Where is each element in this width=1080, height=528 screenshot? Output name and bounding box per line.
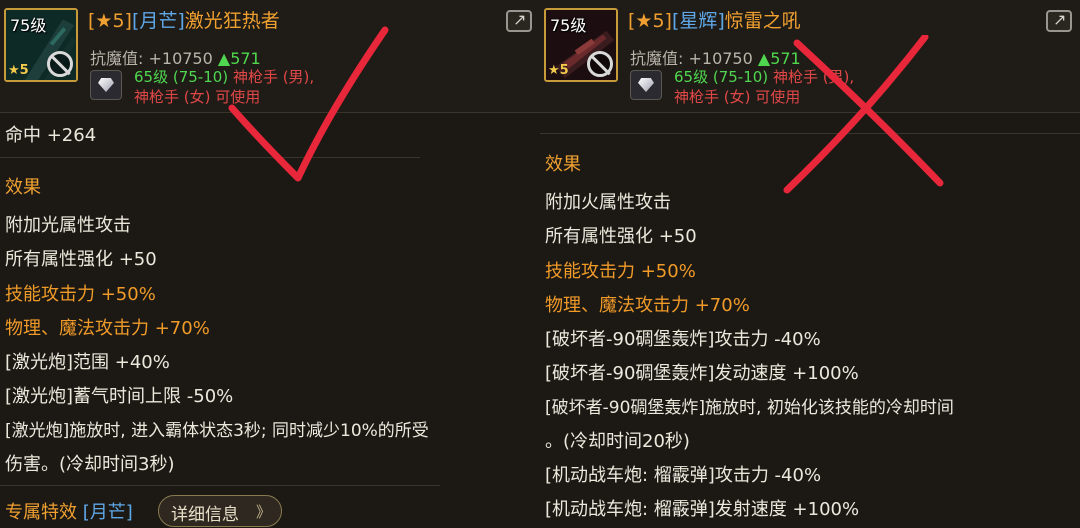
item-icon[interactable]: 75级 ★5 xyxy=(544,8,618,82)
item-title: [★5][星辉]惊雷之吼 xyxy=(628,6,801,33)
item-level-label: 75级 xyxy=(10,16,47,35)
item-header: 75级 ★5 [★5][月芒]激光狂热者 抗魔值: +10750 ▲571 65… xyxy=(0,0,540,112)
effect-line: 附加火属性攻击 xyxy=(545,192,671,213)
share-icon[interactable] xyxy=(506,10,532,32)
title-name: 激光狂热者 xyxy=(184,10,280,32)
effect-line: 物理、魔法攻击力 +70% xyxy=(545,295,750,316)
effect-line: 所有属性强化 +50 xyxy=(5,249,157,270)
item-header: 75级 ★5 [★5][星辉]惊雷之吼 抗魔值: +10750 ▲571 65级… xyxy=(540,0,1080,112)
effect-line: [机动战车炮: 榴霰弹]攻击力 -40% xyxy=(545,465,822,486)
effect-line: 。(冷却时间20秒) xyxy=(545,431,690,452)
effect-line: 技能攻击力 +50% xyxy=(545,261,696,282)
title-star: [★5] xyxy=(88,10,132,32)
effect-line: [破坏者-90碉堡轰炸]施放时, 初始化该技能的冷却时间 xyxy=(545,398,954,418)
star-badge: ★5 xyxy=(8,63,29,78)
req-level: 65级 (75-10) xyxy=(134,68,229,86)
left-item-tooltip: 75级 ★5 [★5][月芒]激光狂热者 抗魔值: +10750 ▲571 65… xyxy=(0,0,540,528)
item-level-label: 75级 xyxy=(550,16,587,35)
ban-icon xyxy=(587,51,613,77)
gem-icon xyxy=(90,70,122,100)
gem-icon xyxy=(630,70,662,100)
exclusive-tag: [月芒] xyxy=(82,502,133,523)
item-icon[interactable]: 75级 ★5 xyxy=(4,8,78,82)
effect-line: 伤害。(冷却时间3秒) xyxy=(5,454,175,475)
effect-line: [激光炮]范围 +40% xyxy=(5,352,170,373)
exclusive-label: 专属特效 xyxy=(5,502,77,523)
effect-line: 所有属性强化 +50 xyxy=(545,226,697,247)
req-class-1: 神枪手 (男), xyxy=(772,68,855,86)
title-tag: [月芒] xyxy=(131,10,185,32)
item-title: [★5][月芒]激光狂热者 xyxy=(88,6,280,33)
share-icon[interactable] xyxy=(1046,10,1072,32)
divider xyxy=(0,485,440,486)
divider xyxy=(0,157,420,158)
detail-button-label: 详细信息 xyxy=(171,505,239,525)
requirement-line-1: 65级 (75-10) 神枪手 (男), xyxy=(674,66,854,87)
divider xyxy=(0,112,540,113)
title-star: [★5] xyxy=(628,10,672,32)
exclusive-effect: 专属特效 [月芒] xyxy=(5,498,133,524)
star-badge: ★5 xyxy=(548,63,569,78)
divider xyxy=(540,112,1080,113)
effect-line: 技能攻击力 +50% xyxy=(5,284,156,305)
title-name: 惊雷之吼 xyxy=(724,10,801,32)
chevron-right-icon: 》 xyxy=(255,503,271,521)
effect-line: [机动战车炮: 榴霰弹]发射速度 +100% xyxy=(545,499,860,520)
title-tag: [星辉] xyxy=(671,10,725,32)
req-class-1: 神枪手 (男), xyxy=(232,68,315,86)
effect-line: 物理、魔法攻击力 +70% xyxy=(5,318,210,339)
effect-line: 附加光属性攻击 xyxy=(5,215,131,236)
requirement-line-1: 65级 (75-10) 神枪手 (男), xyxy=(134,66,314,87)
detail-info-button[interactable]: 详细信息 》 xyxy=(158,495,282,527)
effect-header: 效果 xyxy=(545,154,581,175)
right-item-tooltip: 75级 ★5 [★5][星辉]惊雷之吼 抗魔值: +10750 ▲571 65级… xyxy=(540,0,1080,528)
effect-line: [破坏者-90碉堡轰炸]攻击力 -40% xyxy=(545,329,821,350)
stat-line: 命中 +264 xyxy=(5,125,97,146)
effect-line: [激光炮]蓄气时间上限 -50% xyxy=(5,386,234,407)
req-level: 65级 (75-10) xyxy=(674,68,769,86)
effect-line: [激光炮]施放时, 进入霸体状态3秒; 同时减少10%的所受 xyxy=(5,421,429,441)
requirement-line-2: 神枪手 (女) 可使用 xyxy=(134,88,261,106)
ban-icon xyxy=(47,51,73,77)
effect-header: 效果 xyxy=(5,177,41,198)
effect-line: [破坏者-90碉堡轰炸]发动速度 +100% xyxy=(545,363,859,384)
divider xyxy=(540,133,1080,134)
requirement-line-2: 神枪手 (女) 可使用 xyxy=(674,88,801,106)
